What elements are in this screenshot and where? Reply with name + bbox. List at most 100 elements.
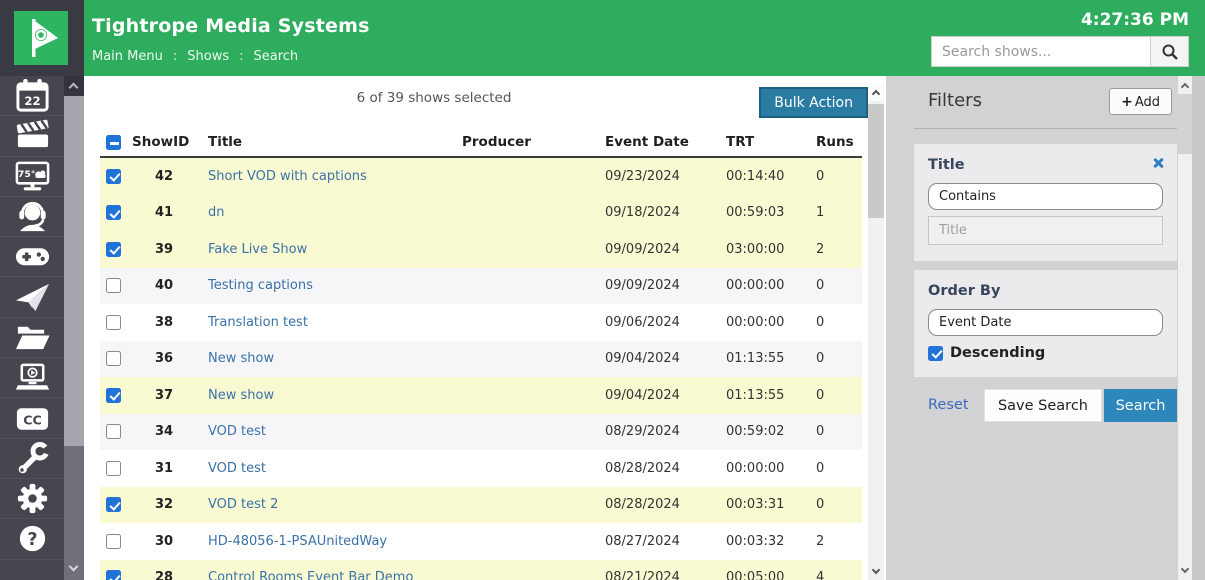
row-checkbox[interactable] (106, 169, 121, 184)
scroll-down-icon[interactable] (1180, 565, 1188, 573)
bulk-action-button[interactable]: Bulk Action (759, 87, 868, 118)
show-trt: 03:00:00 (726, 242, 814, 257)
table-body: 42 Short VOD with captions 09/23/2024 00… (100, 158, 862, 580)
breadcrumb-shows[interactable]: Shows (187, 49, 229, 64)
sidebar-item-publish[interactable] (0, 277, 64, 317)
row-checkbox[interactable] (106, 424, 121, 439)
scroll-up-icon[interactable] (1180, 83, 1188, 91)
scroll-up-icon[interactable] (64, 76, 84, 96)
scroll-down-icon[interactable] (64, 560, 84, 578)
show-id: 31 (130, 461, 198, 476)
sidebar-item-player[interactable] (0, 358, 64, 398)
operator-select[interactable]: Contains (928, 183, 1163, 210)
show-runs: 2 (814, 242, 862, 257)
table-scrollbar[interactable] (868, 84, 884, 580)
gamepad-icon (14, 238, 51, 275)
sidebar-item-games[interactable] (0, 237, 64, 277)
show-trt: 00:59:03 (726, 205, 814, 220)
row-checkbox[interactable] (106, 497, 121, 512)
row-checkbox[interactable] (106, 570, 121, 580)
col-header-eventdate[interactable]: Event Date (605, 134, 726, 150)
row-checkbox[interactable] (106, 388, 121, 403)
show-id: 41 (130, 205, 198, 220)
show-title-link[interactable]: Testing captions (208, 278, 313, 293)
svg-text:75°: 75° (17, 169, 34, 180)
order-by-label: Order By (928, 283, 1163, 299)
show-title-link[interactable]: Fake Live Show (208, 242, 307, 257)
save-search-button[interactable]: Save Search (984, 389, 1102, 422)
show-title-link[interactable]: Translation test (208, 315, 308, 330)
magnifier-icon (1161, 43, 1179, 61)
show-title-link[interactable]: VOD test (208, 424, 266, 439)
row-checkbox[interactable] (106, 461, 121, 476)
show-title-link[interactable]: Short VOD with captions (208, 169, 367, 184)
app-logo[interactable] (0, 0, 84, 76)
reset-link[interactable]: Reset (928, 397, 969, 413)
add-filter-button[interactable]: +Add (1109, 88, 1172, 115)
sidebar-item-operator[interactable] (0, 197, 64, 237)
show-runs: 0 (814, 169, 862, 184)
sidebar-item-more[interactable] (0, 560, 64, 580)
show-trt: 00:00:00 (726, 315, 814, 330)
descending-checkbox[interactable] (928, 346, 943, 361)
show-trt: 00:03:32 (726, 534, 814, 549)
clock: 4:27:36 PM (1081, 10, 1189, 30)
show-title-link[interactable]: New show (208, 351, 274, 366)
row-checkbox[interactable] (106, 242, 121, 257)
show-event-date: 09/04/2024 (605, 351, 726, 366)
shows-list-region: 6 of 39 shows selected Bulk Action ShowI… (84, 76, 886, 580)
select-all-checkbox[interactable] (106, 135, 121, 150)
show-event-date: 08/27/2024 (605, 534, 726, 549)
show-title-link[interactable]: New show (208, 388, 274, 403)
row-checkbox[interactable] (106, 205, 121, 220)
closed-captions-icon: CC (14, 400, 51, 437)
show-title-link[interactable]: VOD test 2 (208, 497, 278, 512)
show-event-date: 08/21/2024 (605, 570, 726, 580)
search-submit-button[interactable] (1150, 36, 1189, 67)
col-header-trt[interactable]: TRT (726, 134, 814, 150)
order-by-card: Order By Event Date Descending (914, 270, 1177, 377)
selection-summary: 6 of 39 shows selected (84, 90, 784, 106)
show-title-link[interactable]: Control Rooms Event Bar Demo (208, 570, 413, 580)
filters-title: Filters (928, 90, 982, 111)
sidebar-item-settings[interactable] (0, 479, 64, 519)
col-header-runs[interactable]: Runs (814, 134, 862, 150)
sidebar-item-captions[interactable]: CC (0, 398, 64, 438)
row-checkbox[interactable] (106, 315, 121, 330)
show-trt: 00:00:00 (726, 461, 814, 476)
filter-value-input[interactable] (928, 216, 1163, 245)
remove-filter-icon[interactable] (1151, 156, 1165, 170)
row-checkbox[interactable] (106, 278, 121, 293)
svg-text:CC: CC (23, 412, 42, 427)
show-title-link[interactable]: VOD test (208, 461, 266, 476)
row-checkbox[interactable] (106, 351, 121, 366)
sidebar-item-shows[interactable] (0, 116, 64, 156)
col-header-producer[interactable]: Producer (462, 134, 605, 150)
breadcrumb-main-menu[interactable]: Main Menu (92, 49, 163, 64)
row-checkbox[interactable] (106, 534, 121, 549)
breadcrumb-search[interactable]: Search (254, 49, 299, 64)
sidebar-item-help[interactable]: ? (0, 519, 64, 559)
page-title: Tightrope Media Systems (92, 15, 370, 37)
show-title-link[interactable]: dn (208, 205, 225, 220)
filter-label: Title (928, 157, 1163, 173)
scroll-down-icon[interactable] (868, 563, 884, 580)
sidebar-item-files[interactable] (0, 318, 64, 358)
table-scrollbar-thumb[interactable] (868, 104, 884, 218)
show-title-link[interactable]: HD-48056-1-PSAUnitedWay (208, 534, 387, 549)
sidebar-scrollbar-thumb[interactable] (64, 96, 84, 446)
sidebar-item-schedule[interactable]: 22 (0, 76, 64, 116)
order-by-select[interactable]: Event Date (928, 309, 1163, 336)
col-header-title[interactable]: Title (198, 134, 462, 150)
panel-scrollbar[interactable] (1178, 76, 1192, 580)
show-runs: 0 (814, 315, 862, 330)
search-input[interactable] (931, 36, 1150, 67)
sidebar-item-tools[interactable] (0, 439, 64, 479)
search-button[interactable]: Search (1104, 389, 1177, 422)
show-id: 39 (130, 242, 198, 257)
sidebar-scrollbar[interactable] (64, 76, 84, 580)
col-header-showid[interactable]: ShowID (130, 134, 198, 150)
panel-scrollbar-thumb[interactable] (1178, 94, 1192, 154)
sidebar-item-weather-display[interactable]: 75° (0, 157, 64, 197)
scroll-up-icon[interactable] (868, 84, 884, 101)
